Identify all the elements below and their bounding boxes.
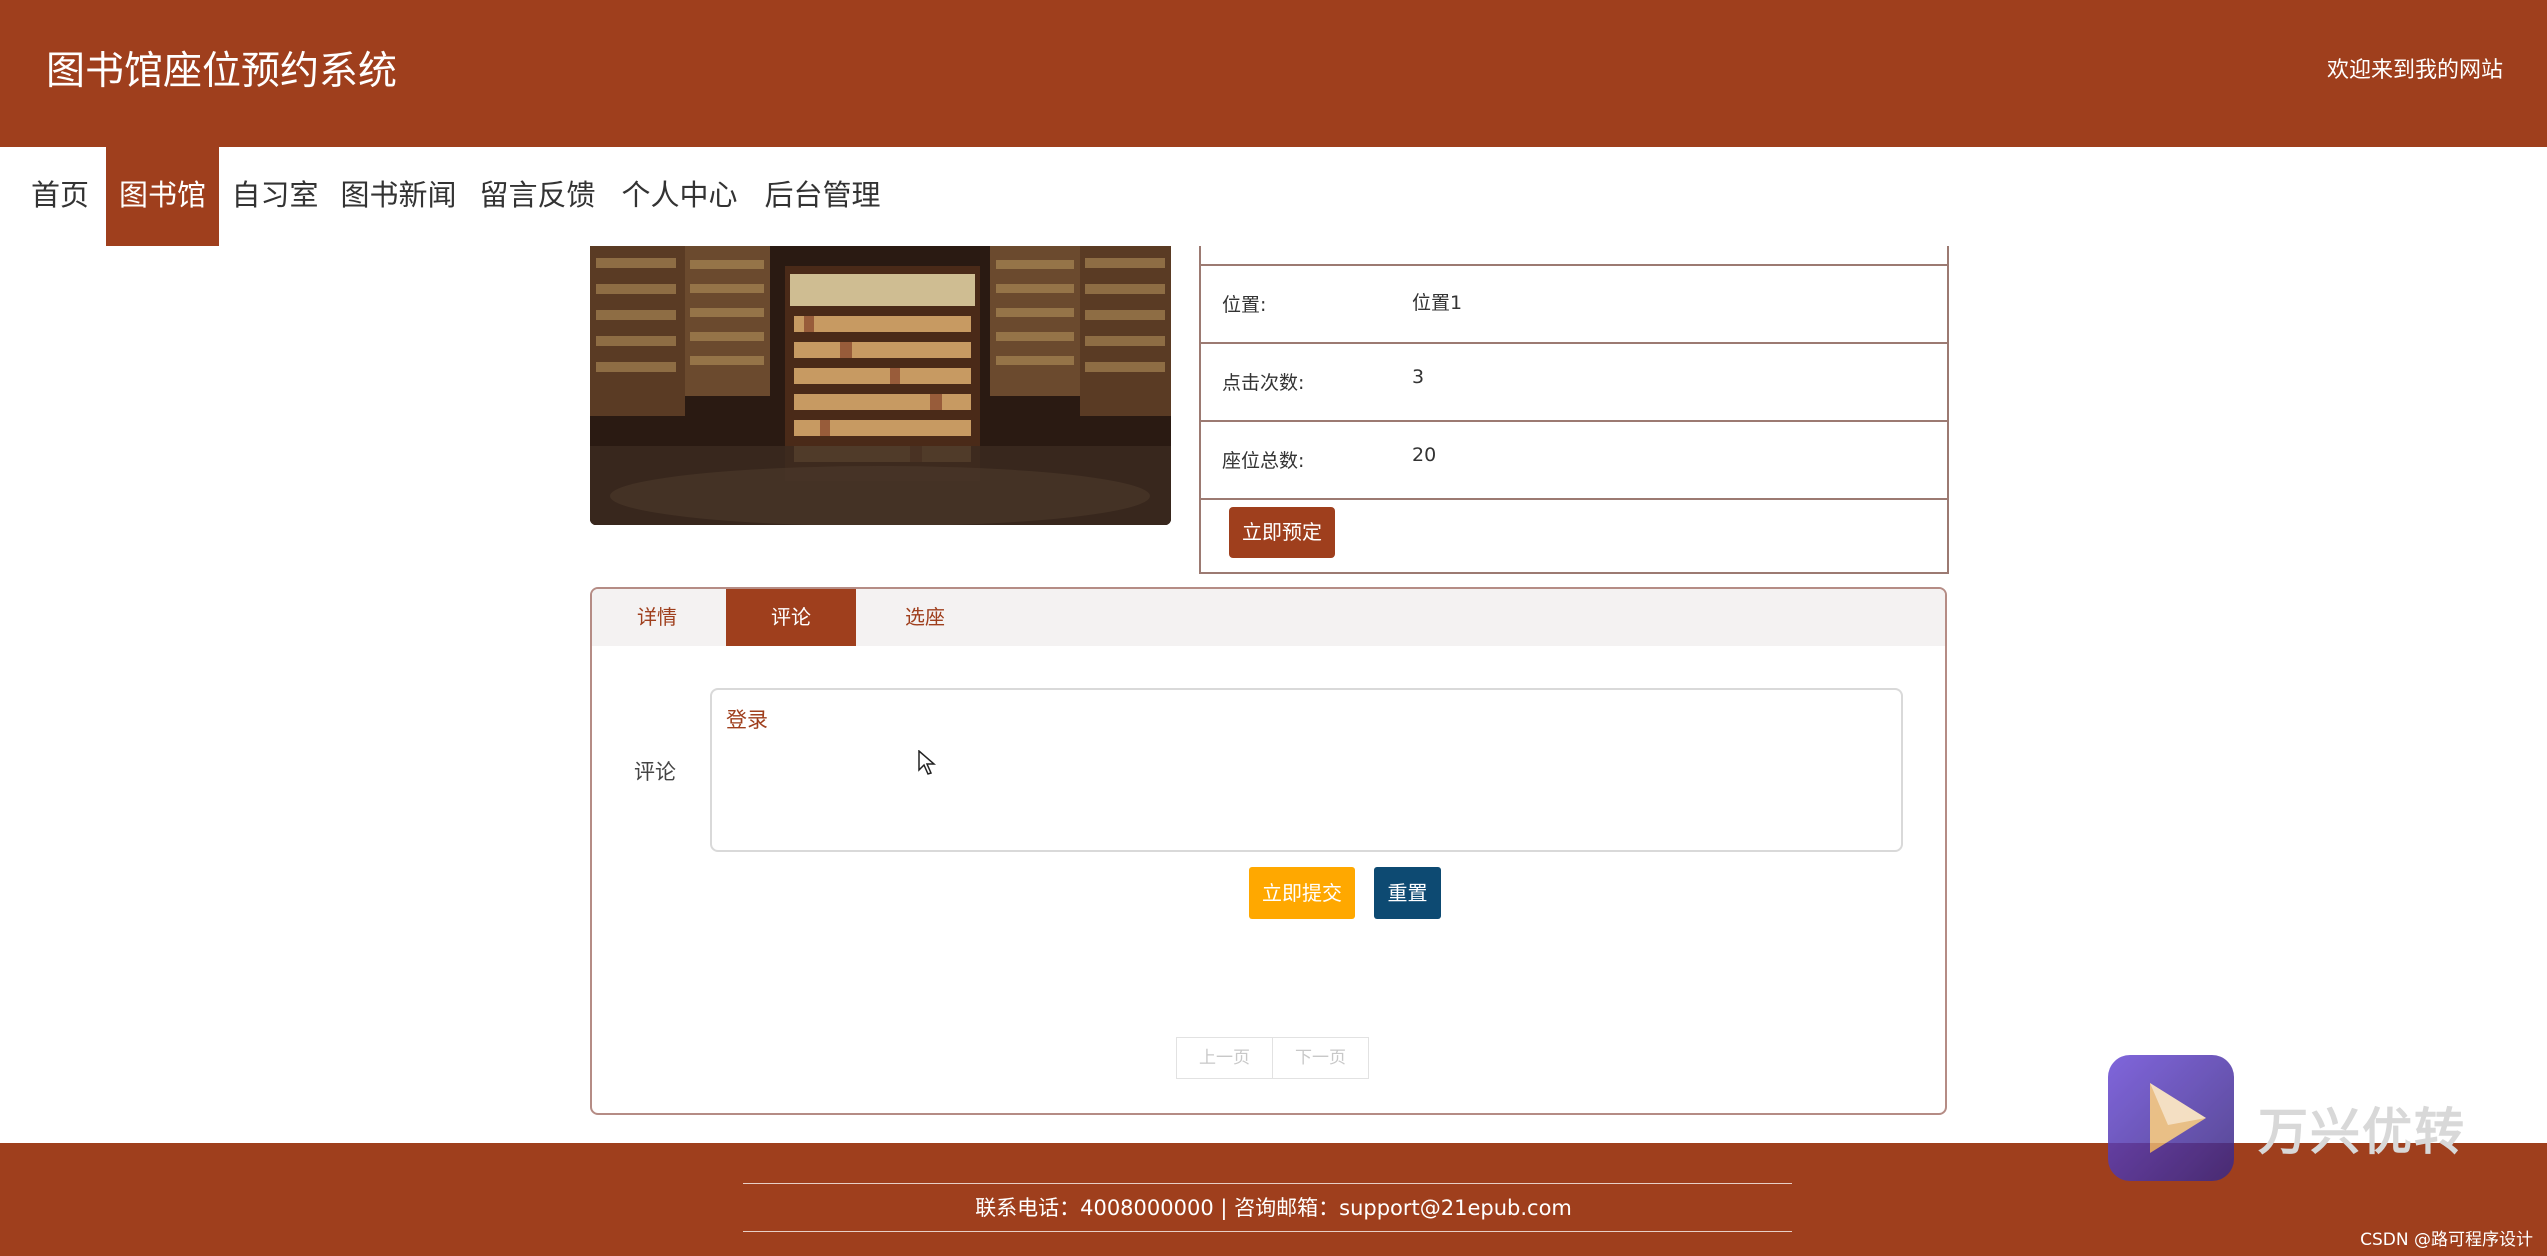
footer-divider-top — [743, 1183, 1792, 1184]
nav-item-book-news[interactable]: 图书新闻 — [336, 147, 461, 246]
nav-item-personal-center[interactable]: 个人中心 — [617, 147, 742, 246]
prev-page-button[interactable]: 上一页 — [1176, 1037, 1273, 1079]
footer-divider-bottom — [743, 1231, 1792, 1232]
nav-item-admin[interactable]: 后台管理 — [760, 147, 885, 246]
submit-button[interactable]: 立即提交 — [1249, 867, 1355, 919]
main-nav: 首页 图书馆 自习室 图书新闻 留言反馈 个人中心 后台管理 — [0, 147, 2547, 246]
library-info-table: 位置: 位置1 点击次数: 3 座位总数: 20 立即预定 — [1199, 246, 1949, 574]
info-label: 点击次数: — [1222, 372, 1305, 394]
pagination: 上一页 下一页 — [1176, 1037, 1369, 1079]
info-row-action: 立即预定 — [1201, 498, 1947, 572]
info-row-clicks: 点击次数: 3 — [1201, 342, 1947, 421]
comment-textarea[interactable]: 登录 — [710, 688, 1903, 852]
info-row-location: 位置: 位置1 — [1201, 264, 1947, 343]
detail-tabs-panel: 详情 评论 选座 评论 登录 立即提交 重置 上一页 下一页 — [590, 587, 1947, 1115]
footer-contact: 联系电话：4008000000 | 咨询邮箱：support@21epub.co… — [975, 1196, 1572, 1220]
nav-item-feedback[interactable]: 留言反馈 — [475, 147, 600, 246]
welcome-text: 欢迎来到我的网站 — [2326, 58, 2503, 83]
info-label: 位置: — [1222, 294, 1267, 316]
info-row-total-seats: 座位总数: 20 — [1201, 420, 1947, 499]
nav-item-library[interactable]: 图书馆 — [106, 147, 219, 246]
info-value: 3 — [1412, 366, 1425, 388]
info-value: 20 — [1412, 444, 1437, 466]
info-label: 座位总数: — [1222, 450, 1305, 472]
mouse-cursor-icon — [918, 750, 936, 775]
book-now-button[interactable]: 立即预定 — [1229, 507, 1335, 558]
tab-seat-selection[interactable]: 选座 — [860, 589, 990, 646]
site-header: 图书馆座位预约系统 欢迎来到我的网站 — [0, 0, 2547, 147]
app-watermark-logo — [2108, 1055, 2234, 1181]
next-page-button[interactable]: 下一页 — [1272, 1037, 1369, 1079]
csdn-watermark: CSDN @路可程序设计 — [2360, 1230, 2533, 1250]
info-value: 位置1 — [1412, 292, 1463, 314]
nav-item-home[interactable]: 首页 — [20, 147, 100, 246]
app-watermark-text: 万兴优转 — [2258, 1103, 2466, 1161]
bookshelf-image — [590, 246, 1171, 525]
nav-item-study-room[interactable]: 自习室 — [230, 147, 320, 246]
comment-label: 评论 — [634, 760, 676, 784]
reset-button[interactable]: 重置 — [1374, 867, 1441, 919]
play-icon — [2150, 1083, 2206, 1153]
tab-comments[interactable]: 评论 — [726, 589, 856, 646]
tab-details[interactable]: 详情 — [592, 589, 722, 646]
site-title: 图书馆座位预约系统 — [46, 49, 398, 94]
library-photo — [590, 246, 1171, 525]
tab-bar: 详情 评论 选座 — [592, 589, 1945, 646]
